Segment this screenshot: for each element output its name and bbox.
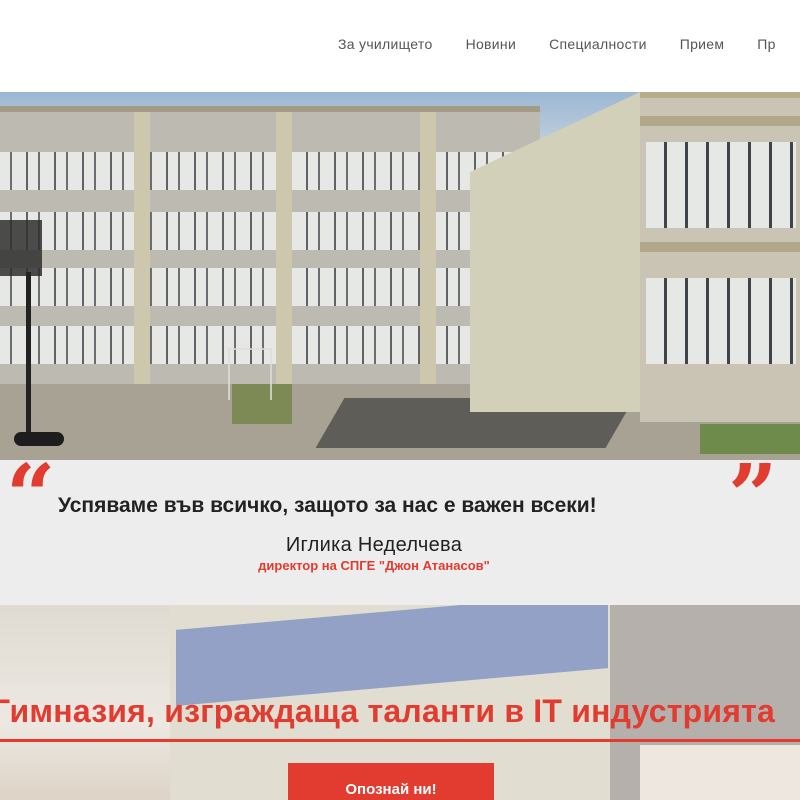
nav-item-about[interactable]: За училището <box>338 36 433 52</box>
basketball-pole <box>26 272 31 442</box>
building-wall <box>470 172 640 412</box>
discover-us-button[interactable]: Опознай ни! <box>288 763 494 800</box>
building-pillar <box>276 112 292 384</box>
nav-item-specialties[interactable]: Специалности <box>549 36 647 52</box>
school-building-left <box>0 106 540 384</box>
window-row <box>0 152 540 190</box>
nav-item-admission[interactable]: Прием <box>680 36 725 52</box>
nav-item-news[interactable]: Новини <box>466 36 517 52</box>
football-goal <box>228 348 272 400</box>
building-pillar <box>134 112 150 384</box>
basketball-board <box>0 220 42 276</box>
quote-text: Успяваме във всичко, защото за нас е важ… <box>58 494 597 517</box>
building-wall <box>470 92 640 172</box>
promo-banner: Гимназия, изграждаща таланти в IT индуст… <box>0 605 800 800</box>
building-pillar <box>420 112 436 384</box>
window-row <box>0 268 540 306</box>
school-building-right <box>470 92 800 422</box>
building-band <box>640 242 800 252</box>
basketball-base <box>14 432 64 446</box>
director-quote: “ ” Успяваме във всичко, защото за нас е… <box>0 454 800 605</box>
slogan-underline <box>0 739 800 742</box>
building-band <box>640 116 800 126</box>
window-row <box>0 212 540 250</box>
window-row <box>646 278 796 364</box>
site-header: За училището Новини Специалности Прием П… <box>0 0 800 92</box>
quote-author-role: директор на СПГЕ "Джон Атанасов" <box>258 558 490 573</box>
banner-slogan: Гимназия, изграждаща таланти в IT индуст… <box>0 693 775 729</box>
nav-item-more[interactable]: Пр <box>757 36 775 52</box>
window-row <box>646 142 796 228</box>
hero-image-school-building <box>0 92 800 460</box>
quote-author: Иглика Неделчева <box>285 534 463 556</box>
main-nav: За училището Новини Специалности Прием П… <box>338 36 800 52</box>
open-quote-icon: “ <box>6 446 56 547</box>
